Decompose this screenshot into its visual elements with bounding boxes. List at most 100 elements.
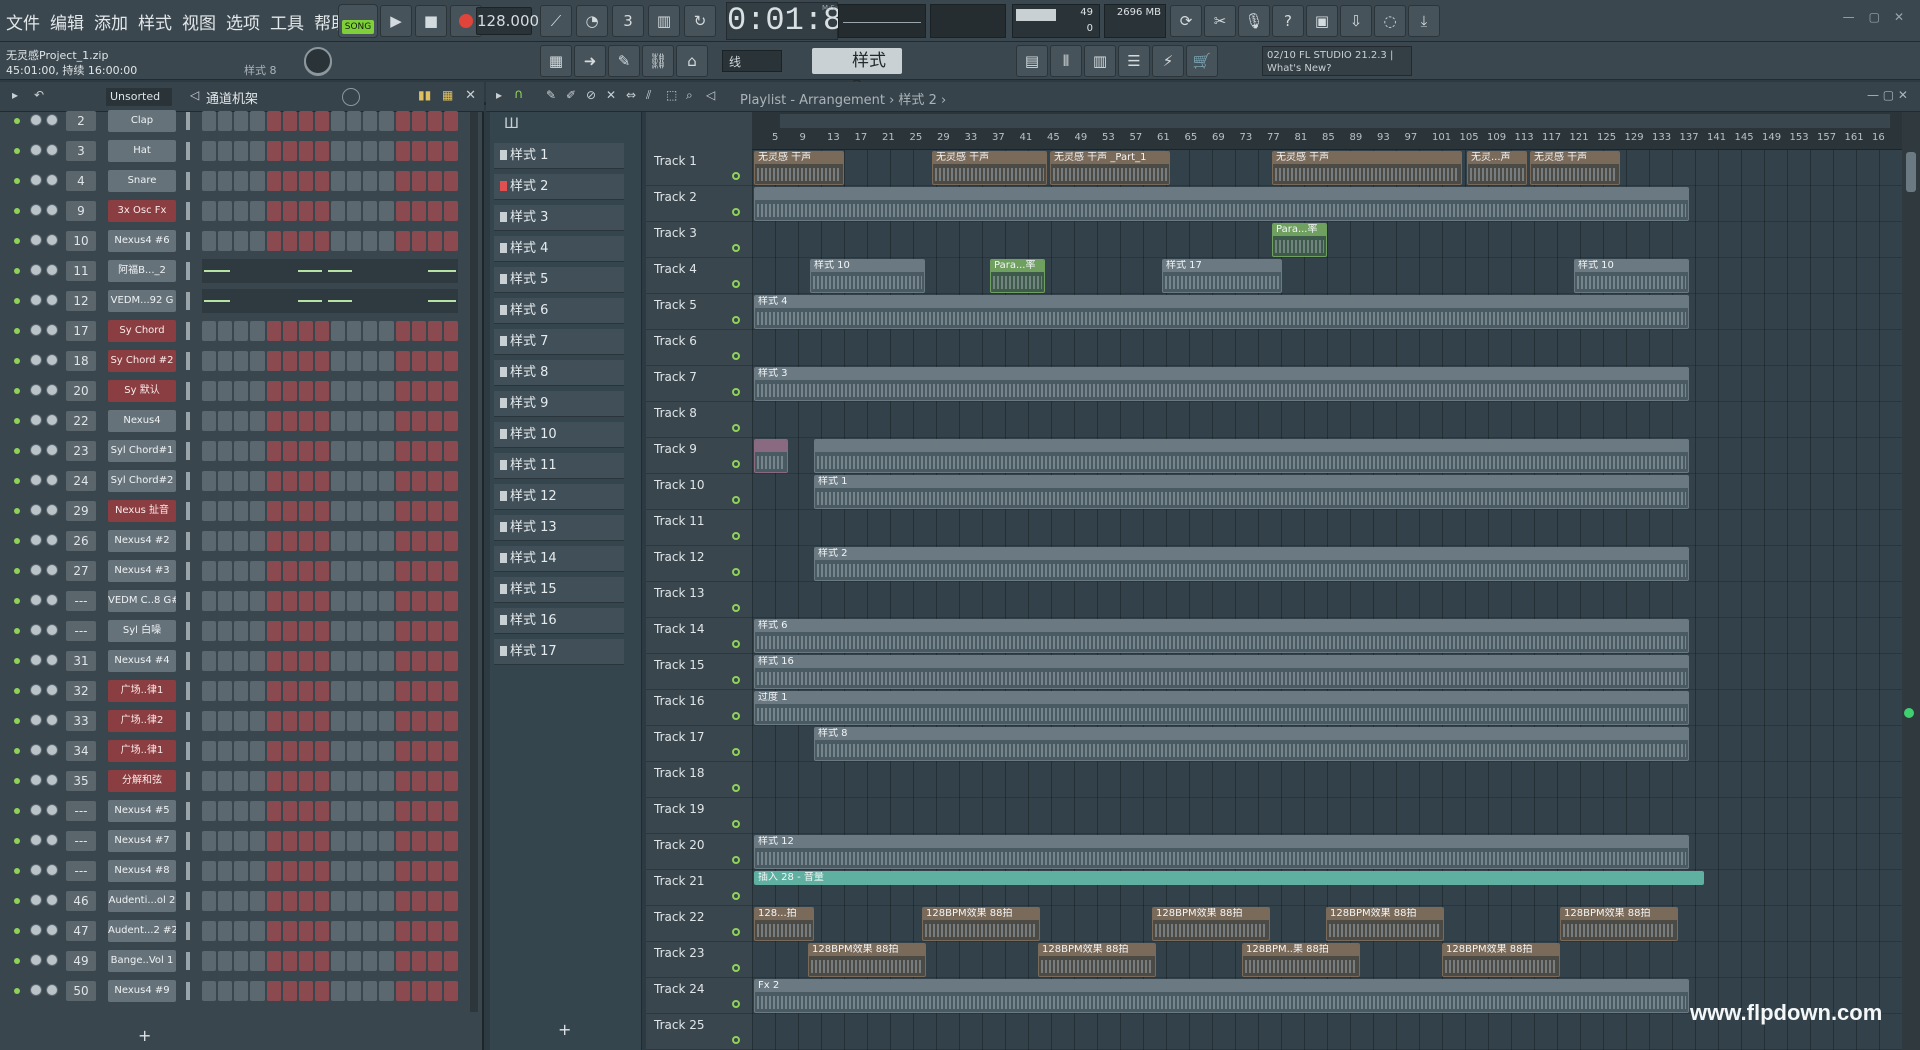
step-button[interactable]	[218, 861, 233, 881]
channel-enable-led[interactable]	[14, 478, 20, 484]
channel-row[interactable]: 31 Nexus4 #4	[0, 646, 470, 676]
channel-name-button[interactable]: Hat	[108, 140, 176, 162]
step-button[interactable]	[282, 891, 297, 911]
step-button[interactable]	[250, 141, 265, 161]
channel-pan-knob[interactable]	[30, 354, 42, 366]
channel-select[interactable]	[186, 412, 190, 430]
channel-volume-knob[interactable]	[46, 384, 58, 396]
step-button[interactable]	[314, 861, 329, 881]
step-button[interactable]	[363, 561, 378, 581]
mixer-track-number[interactable]: 50	[66, 981, 96, 1001]
step-button[interactable]	[266, 531, 281, 551]
track-mute-led[interactable]	[732, 352, 740, 360]
channel-row[interactable]: --- Nexus4 #8	[0, 856, 470, 886]
step-button[interactable]	[395, 501, 410, 521]
step-button[interactable]	[427, 111, 442, 131]
step-button[interactable]	[282, 441, 297, 461]
step-button[interactable]	[379, 351, 394, 371]
step-button[interactable]	[395, 981, 410, 1001]
step-button[interactable]	[218, 411, 233, 431]
step-button[interactable]	[202, 141, 217, 161]
step-button[interactable]	[443, 201, 458, 221]
save-button[interactable]: ▣	[1306, 5, 1338, 37]
channel-select[interactable]	[186, 262, 190, 280]
step-button[interactable]	[266, 231, 281, 251]
step-button[interactable]	[331, 201, 346, 221]
step-button[interactable]	[427, 171, 442, 191]
pattern-item[interactable]: 样式 10	[494, 419, 634, 450]
channel-select[interactable]	[186, 772, 190, 790]
step-button[interactable]	[234, 951, 249, 971]
step-button[interactable]	[218, 711, 233, 731]
step-button[interactable]	[314, 921, 329, 941]
step-button[interactable]	[347, 801, 362, 821]
step-button[interactable]	[331, 921, 346, 941]
mixer-button[interactable]: ⫴	[1050, 45, 1082, 77]
track-header[interactable]: Track 10	[646, 474, 752, 510]
playlist-clip[interactable]: 无灵感 干声	[932, 151, 1047, 185]
step-button[interactable]	[331, 861, 346, 881]
loop-record-button[interactable]: ↻	[684, 5, 716, 37]
step-button[interactable]	[411, 591, 426, 611]
step-button[interactable]	[363, 651, 378, 671]
step-button[interactable]	[395, 771, 410, 791]
channel-name-button[interactable]: Nexus4 #8	[108, 860, 176, 882]
track-header[interactable]: Track 21	[646, 870, 752, 906]
channel-volume-knob[interactable]	[46, 954, 58, 966]
playlist-clip[interactable]: 128BPM..果 88拍	[1242, 943, 1360, 977]
draw-tool-button[interactable]: ✎	[608, 45, 640, 77]
playlist-clip[interactable]: 无灵感 干声	[1530, 151, 1620, 185]
step-button[interactable]	[395, 711, 410, 731]
step-button[interactable]	[282, 471, 297, 491]
link-button[interactable]: ⛓	[642, 45, 674, 77]
step-button[interactable]	[218, 561, 233, 581]
channel-pan-knob[interactable]	[30, 744, 42, 756]
step-button[interactable]	[218, 831, 233, 851]
step-button[interactable]	[250, 381, 265, 401]
step-button[interactable]	[298, 381, 313, 401]
channel-enable-led[interactable]	[14, 988, 20, 994]
step-button[interactable]	[443, 171, 458, 191]
step-button[interactable]	[250, 501, 265, 521]
step-button[interactable]	[218, 201, 233, 221]
channel-name-button[interactable]: Nexus4 #4	[108, 650, 176, 672]
channel-name-button[interactable]: 3x Osc Fx	[108, 200, 176, 222]
step-button[interactable]	[298, 591, 313, 611]
step-button[interactable]	[347, 111, 362, 131]
step-button[interactable]	[331, 801, 346, 821]
step-button[interactable]	[202, 921, 217, 941]
step-button[interactable]	[298, 891, 313, 911]
step-button[interactable]	[202, 501, 217, 521]
step-button[interactable]	[331, 831, 346, 851]
mixer-track-number[interactable]: 35	[66, 771, 96, 791]
channel-pan-knob[interactable]	[30, 864, 42, 876]
step-button[interactable]	[331, 711, 346, 731]
channel-enable-led[interactable]	[14, 418, 20, 424]
mixer-track-number[interactable]: 27	[66, 561, 96, 581]
step-button[interactable]	[363, 441, 378, 461]
step-button[interactable]	[443, 801, 458, 821]
step-button[interactable]	[443, 501, 458, 521]
track-header[interactable]: Track 13	[646, 582, 752, 618]
undo-history-button[interactable]: ⟳	[1170, 5, 1202, 37]
step-button[interactable]	[331, 471, 346, 491]
step-button[interactable]	[266, 921, 281, 941]
step-button[interactable]	[314, 741, 329, 761]
browser-button[interactable]: ▤	[1016, 45, 1048, 77]
channel-name-button[interactable]: Nexus4 #7	[108, 830, 176, 852]
step-button[interactable]	[314, 141, 329, 161]
channel-select[interactable]	[186, 922, 190, 940]
channel-row[interactable]: 3 Hat	[0, 136, 470, 166]
step-button[interactable]	[218, 981, 233, 1001]
mute-icon[interactable]: ✕	[606, 88, 616, 102]
step-button[interactable]	[363, 321, 378, 341]
channel-select[interactable]	[186, 202, 190, 220]
mixer-track-number[interactable]: 3	[66, 141, 96, 161]
step-button[interactable]	[347, 471, 362, 491]
menu-view[interactable]: 视图	[182, 9, 216, 34]
channel-name-button[interactable]: Syl 白噪	[108, 620, 176, 642]
step-button[interactable]	[314, 411, 329, 431]
step-button[interactable]	[427, 831, 442, 851]
track-header[interactable]: Track 18	[646, 762, 752, 798]
channel-name-button[interactable]: 广场..律2	[108, 710, 176, 732]
